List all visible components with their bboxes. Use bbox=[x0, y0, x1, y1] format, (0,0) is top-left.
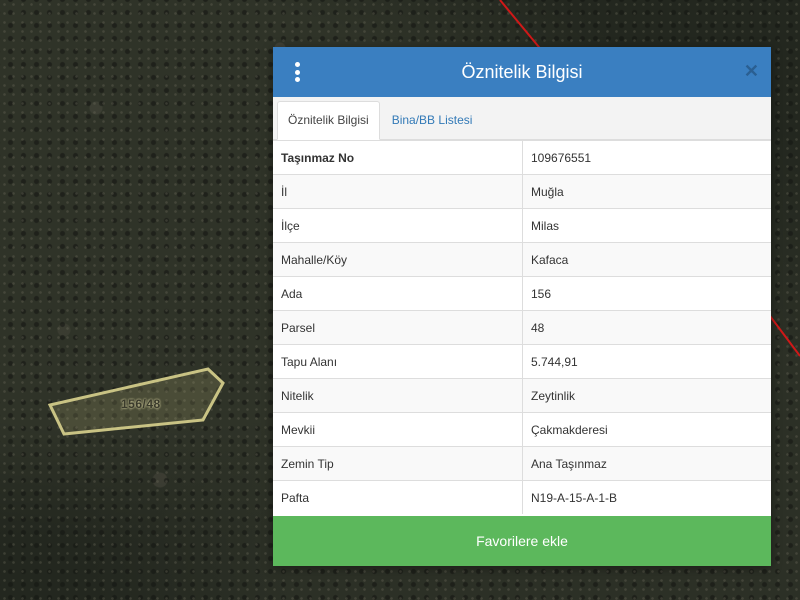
vertical-dots-menu-icon[interactable] bbox=[292, 62, 302, 82]
row-key: Mahalle/Köy bbox=[273, 242, 523, 277]
parcel-boundary-line-right bbox=[769, 315, 800, 357]
row-value: Ana Taşınmaz bbox=[522, 446, 771, 481]
row-value: Muğla bbox=[522, 174, 771, 209]
row-key: Parsel bbox=[273, 310, 523, 345]
row-value: Çakmakderesi bbox=[522, 412, 771, 447]
attribute-table: Taşınmaz No 109676551 İl Muğla İlçe Mila… bbox=[273, 140, 771, 514]
row-value: 48 bbox=[522, 310, 771, 345]
panel-header: Öznitelik Bilgisi ✕ bbox=[273, 47, 771, 97]
row-value: 156 bbox=[522, 276, 771, 311]
table-row: Parsel 48 bbox=[273, 310, 771, 345]
table-row: İl Muğla bbox=[273, 174, 771, 209]
table-row: Zemin Tip Ana Taşınmaz bbox=[273, 446, 771, 481]
table-row: Mahalle/Köy Kafaca bbox=[273, 242, 771, 277]
row-value: 5.744,91 bbox=[522, 344, 771, 379]
row-value: 109676551 bbox=[522, 140, 771, 175]
tab-attribute-info[interactable]: Öznitelik Bilgisi bbox=[277, 101, 380, 140]
table-row: Tapu Alanı 5.744,91 bbox=[273, 344, 771, 379]
row-key: Nitelik bbox=[273, 378, 523, 413]
tab-building-list[interactable]: Bina/BB Listesi bbox=[382, 102, 483, 139]
attribute-panel: Öznitelik Bilgisi ✕ Öznitelik Bilgisi Bi… bbox=[273, 47, 771, 566]
panel-tabs: Öznitelik Bilgisi Bina/BB Listesi bbox=[273, 97, 771, 140]
parcel-label: 156/48 bbox=[121, 397, 161, 411]
table-row: İlçe Milas bbox=[273, 208, 771, 243]
close-icon[interactable]: ✕ bbox=[744, 61, 759, 82]
row-value: Milas bbox=[522, 208, 771, 243]
table-row: Ada 156 bbox=[273, 276, 771, 311]
row-key: Ada bbox=[273, 276, 523, 311]
row-key: Zemin Tip bbox=[273, 446, 523, 481]
row-key: Mevkii bbox=[273, 412, 523, 447]
table-row: Pafta N19-A-15-A-1-B bbox=[273, 480, 771, 514]
row-value: Kafaca bbox=[522, 242, 771, 277]
panel-title: Öznitelik Bilgisi bbox=[461, 61, 583, 82]
row-key: Tapu Alanı bbox=[273, 344, 523, 379]
row-key: Pafta bbox=[273, 480, 523, 514]
add-to-favorites-button[interactable]: Favorilere ekle bbox=[273, 516, 771, 566]
table-row: Nitelik Zeytinlik bbox=[273, 378, 771, 413]
row-value: N19-A-15-A-1-B bbox=[522, 480, 771, 514]
row-key: İlçe bbox=[273, 208, 523, 243]
row-key: İl bbox=[273, 174, 523, 209]
row-value: Zeytinlik bbox=[522, 378, 771, 413]
row-key: Taşınmaz No bbox=[273, 140, 523, 175]
table-row: Taşınmaz No 109676551 bbox=[273, 140, 771, 175]
table-row: Mevkii Çakmakderesi bbox=[273, 412, 771, 447]
